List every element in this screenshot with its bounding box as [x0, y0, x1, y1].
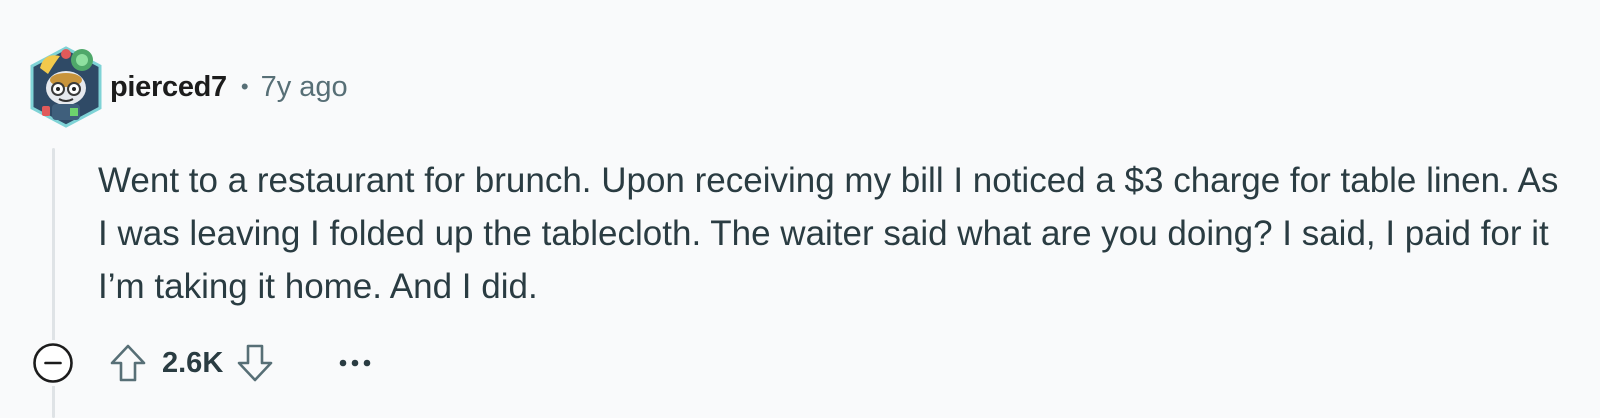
upvote-button[interactable]: [106, 340, 150, 386]
snoo-avatar-icon[interactable]: [26, 44, 106, 130]
comment-action-bar: 2.6K: [30, 340, 385, 386]
comment: pierced7 • 7y ago Went to a restaurant f…: [0, 0, 1600, 418]
meta-separator: •: [240, 74, 249, 99]
comment-body: Went to a restaurant for brunch. Upon re…: [98, 161, 1559, 306]
comment-timestamp[interactable]: 7y ago: [261, 71, 348, 104]
collapse-button[interactable]: [30, 340, 76, 386]
downvote-button[interactable]: [233, 340, 277, 386]
author-name[interactable]: pierced7: [110, 71, 227, 104]
vote-score: 2.6K: [162, 346, 224, 379]
arrow-down-icon: [237, 344, 273, 382]
comment-header: pierced7 • 7y ago: [26, 44, 348, 130]
minus-circle-icon: [33, 343, 73, 383]
more-options-button[interactable]: [325, 340, 385, 386]
arrow-up-icon: [110, 344, 146, 382]
ellipsis-icon: [339, 359, 371, 367]
